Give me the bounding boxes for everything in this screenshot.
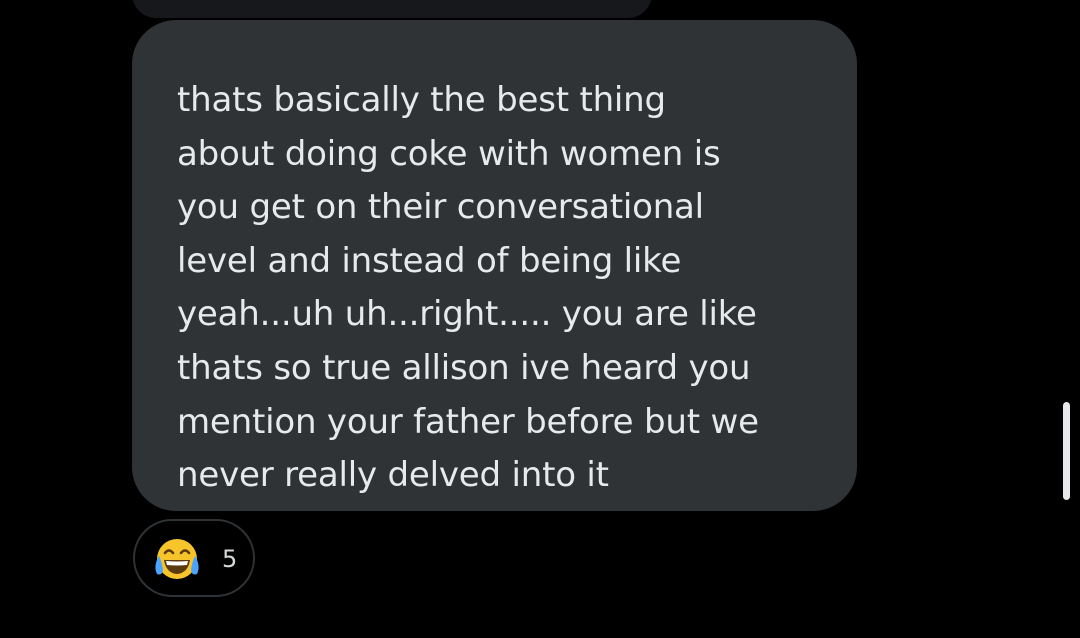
reaction-count: 5 (222, 545, 238, 573)
face-with-tears-of-joy-icon (153, 536, 201, 582)
previous-message-bubble[interactable] (132, 0, 652, 18)
message-text-line: about doing coke with women is (177, 133, 721, 174)
message-bubble[interactable]: thats basically the best thing about doi… (132, 20, 857, 511)
message-text-line: thats so true allison ive heard you (177, 347, 751, 388)
message-text-line: never really delved into it (177, 455, 609, 496)
message-text-line: thats basically the best thing (177, 80, 666, 120)
message-text-line: level and instead of being like (177, 240, 682, 281)
message-text-line: you get on their conversational (177, 187, 704, 228)
scrollbar[interactable] (1063, 402, 1070, 500)
message-text-line: yeah...uh uh...right..... you are like (177, 294, 757, 335)
reaction-pill[interactable]: 5 (133, 519, 255, 597)
message-text-line: mention your father before but we (177, 401, 759, 442)
